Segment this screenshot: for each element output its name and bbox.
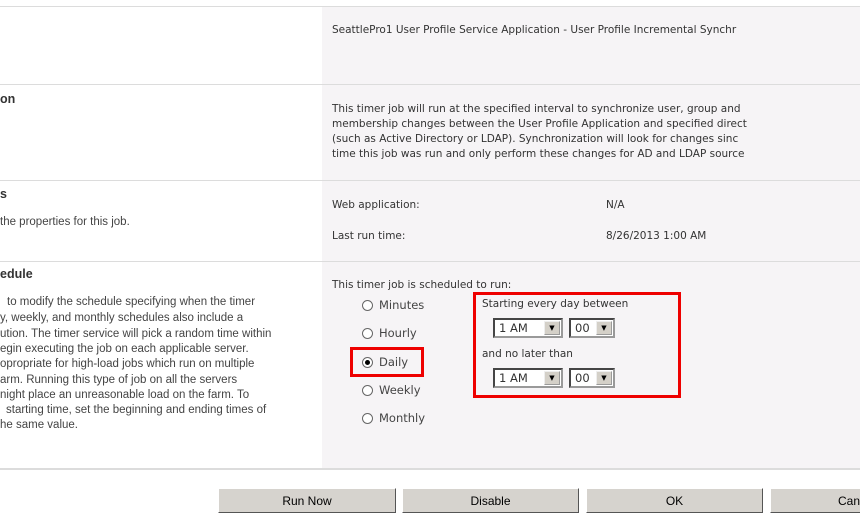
selected-value: 00	[575, 371, 590, 385]
cancel-button[interactable]: Can	[770, 488, 860, 513]
selected-value: 00	[575, 321, 590, 335]
radio-label: Minutes	[379, 298, 425, 312]
selected-value: 1 AM	[499, 321, 528, 335]
radio-button[interactable]	[362, 384, 373, 396]
dropdown-arrow-icon[interactable]: ▼	[544, 371, 560, 385]
help-line: arm. Running this type of job on all the…	[0, 374, 238, 386]
divider	[0, 261, 860, 262]
web-app-label: Web application:	[332, 199, 420, 211]
divider	[0, 180, 860, 181]
radio-button[interactable]	[362, 299, 373, 311]
radio-weekly[interactable]: Weekly	[362, 383, 421, 397]
selected-value: 1 AM	[499, 371, 528, 385]
radio-label: Hourly	[379, 326, 417, 340]
web-app-value: N/A	[606, 199, 625, 211]
description-line: membership changes between the User Prof…	[332, 118, 747, 130]
radio-button[interactable]	[362, 412, 373, 424]
help-line: opropriate for high-load jobs which run …	[0, 358, 255, 370]
help-line: to modify the schedule specifying when t…	[7, 296, 256, 308]
disable-button[interactable]: Disable	[402, 488, 579, 513]
help-line: he same value.	[0, 419, 78, 431]
end-minute-select[interactable]: 00 ▼	[569, 368, 615, 388]
properties-help: the properties for this job.	[0, 216, 130, 228]
end-hour-select[interactable]: 1 AM ▼	[493, 368, 563, 388]
schedule-intro: This timer job is scheduled to run:	[332, 279, 512, 291]
start-hour-select[interactable]: 1 AM ▼	[493, 318, 563, 338]
description-line: This timer job will run at the specified…	[332, 103, 741, 115]
help-line: night place an unreasonable load on the …	[0, 389, 250, 401]
radio-hourly[interactable]: Hourly	[362, 326, 417, 340]
run-now-button[interactable]: Run Now	[218, 488, 396, 513]
help-line: starting time, set the beginning and end…	[6, 404, 267, 416]
radio-minutes[interactable]: Minutes	[362, 298, 424, 312]
dropdown-arrow-icon[interactable]: ▼	[596, 321, 612, 335]
help-line: egin executing the job on each applicabl…	[0, 343, 249, 355]
description-line: (such as Active Directory or LDAP). Sync…	[332, 133, 739, 145]
radio-button[interactable]	[362, 327, 373, 339]
radio-monthly[interactable]: Monthly	[362, 411, 425, 425]
description-line: time this job was run and only perform t…	[332, 148, 745, 160]
start-label: Starting every day between	[482, 298, 629, 310]
last-run-label: Last run time:	[332, 230, 406, 242]
dropdown-arrow-icon[interactable]: ▼	[596, 371, 612, 385]
divider	[0, 84, 860, 85]
job-title: SeattlePro1 User Profile Service Applica…	[332, 24, 737, 36]
description-heading: on	[0, 92, 16, 106]
start-minute-select[interactable]: 00 ▼	[569, 318, 615, 338]
help-line: ution. The timer service will pick a ran…	[0, 328, 272, 340]
daily-highlight-box	[350, 347, 424, 377]
divider	[0, 468, 860, 470]
dropdown-arrow-icon[interactable]: ▼	[544, 321, 560, 335]
properties-heading: s	[0, 187, 7, 201]
divider	[0, 6, 860, 7]
radio-label: Weekly	[379, 383, 421, 397]
ok-button[interactable]: OK	[586, 488, 763, 513]
schedule-heading: edule	[0, 267, 33, 281]
last-run-value: 8/26/2013 1:00 AM	[606, 230, 707, 242]
radio-label: Monthly	[379, 411, 426, 425]
end-label: and no later than	[482, 348, 573, 360]
help-line: y, weekly, and monthly schedules also in…	[0, 312, 244, 324]
